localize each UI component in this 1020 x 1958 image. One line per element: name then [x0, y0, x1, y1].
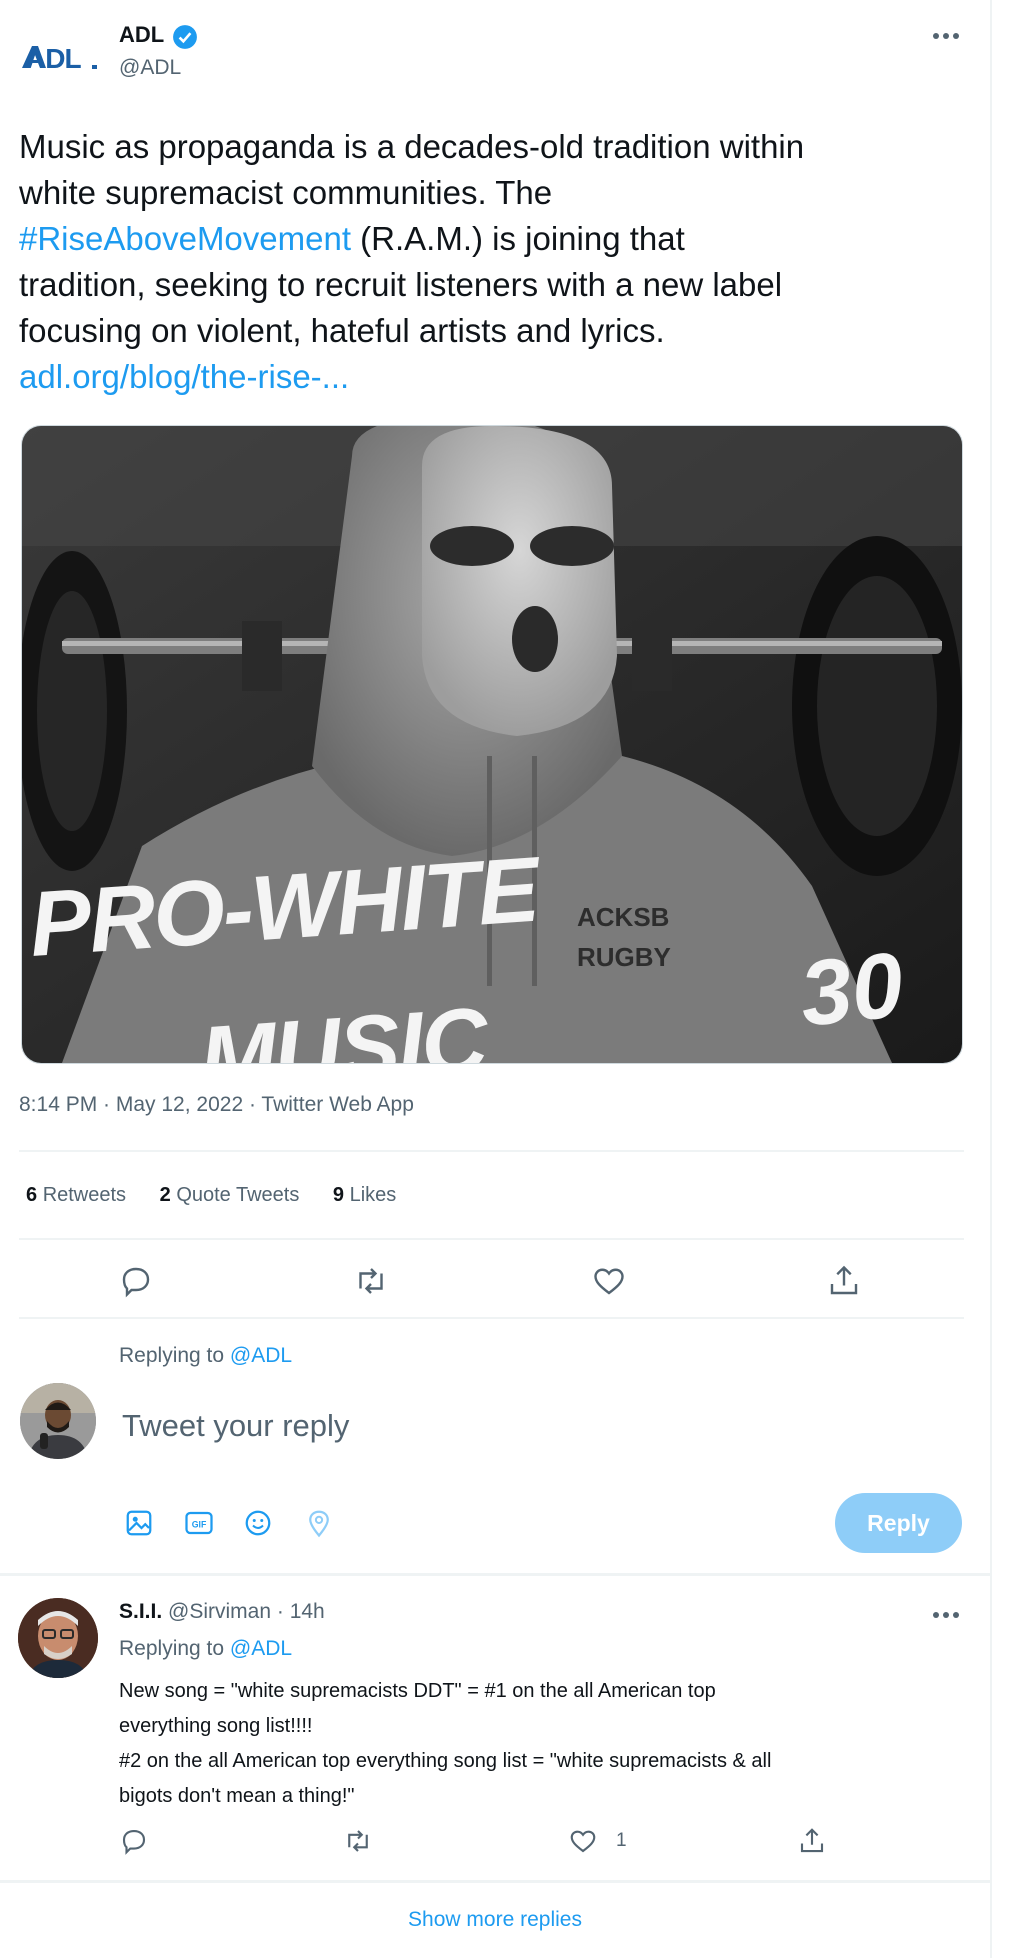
reply-text-line: bigots don't mean a thing!" — [119, 1785, 355, 1807]
reply-handle-time[interactable]: @Sirviman · 14h — [168, 1600, 325, 1623]
likes-label: Likes — [349, 1184, 397, 1206]
author-handle[interactable]: @ADL — [119, 56, 181, 80]
divider — [19, 1317, 964, 1319]
tweet-text-fragment: (R.A.M.) is joining that — [351, 220, 685, 257]
replying-to-handle[interactable]: @ADL — [230, 1344, 292, 1367]
quotes-stat[interactable]: 2 Quote Tweets — [160, 1184, 300, 1206]
adl-logo-text: ADL — [26, 43, 81, 74]
location-icon[interactable] — [304, 1507, 334, 1539]
svg-text:GIF: GIF — [192, 1519, 207, 1529]
share-icon[interactable] — [826, 1262, 862, 1300]
media-icon[interactable] — [124, 1508, 154, 1538]
like-icon[interactable] — [590, 1263, 628, 1299]
reply-text-line: New song = "white supremacists DDT" = #1… — [119, 1680, 716, 1702]
retweets-count: 6 — [26, 1184, 38, 1206]
retweet-icon[interactable] — [352, 1263, 390, 1299]
adl-logo[interactable]: ADL — [20, 38, 102, 78]
compose-replying-to: Replying to @ADL — [119, 1344, 292, 1368]
reply-replying-to-label: Replying to — [119, 1637, 225, 1660]
quotes-count: 2 — [159, 1184, 171, 1206]
reply-button[interactable]: Reply — [835, 1493, 962, 1553]
replying-to-label: Replying to — [119, 1344, 225, 1367]
tweet-image-art: ACKSB RUGBY PRO-WHITE MUSIC 30 — [22, 426, 962, 1063]
reply-replying-to: Replying to @ADL — [119, 1637, 292, 1661]
reply-author-line: S.I.I. @Sirviman · 14h — [119, 1600, 325, 1624]
tweet-text: Music as propaganda is a decades-old tra… — [19, 124, 979, 400]
reply-avatar[interactable] — [18, 1598, 98, 1678]
more-options-icon[interactable] — [930, 28, 962, 44]
reply-input[interactable]: Tweet your reply — [122, 1408, 822, 1444]
reply-replying-to-handle[interactable]: @ADL — [230, 1637, 292, 1660]
tweet-text-line: focusing on violent, hateful artists and… — [19, 312, 665, 349]
image-number-text: 30 — [795, 934, 907, 1046]
tweet-column: ADL ADL @ADL Music as propaganda is a de… — [0, 0, 992, 1958]
emoji-icon[interactable] — [243, 1508, 273, 1538]
reply-like-icon[interactable] — [567, 1826, 599, 1856]
tweet-text-line: white supremacist communities. The — [19, 174, 553, 211]
retweets-label: Retweets — [42, 1184, 127, 1206]
tweet-stats: 6 Retweets 2 Quote Tweets 9 Likes — [26, 1184, 396, 1207]
gif-icon[interactable]: GIF — [183, 1508, 215, 1538]
tweet-text-line: tradition, seeking to recruit listeners … — [19, 266, 783, 303]
reply-text-line: #2 on the all American top everything so… — [119, 1750, 772, 1772]
verified-badge-icon — [172, 24, 198, 50]
hashtag-link[interactable]: #RiseAboveMovement — [19, 220, 351, 257]
reply-reply-icon[interactable] — [119, 1826, 149, 1856]
user-avatar[interactable] — [20, 1383, 96, 1459]
tweet-timestamp[interactable]: 8:14 PM · May 12, 2022 · Twitter Web App — [19, 1093, 414, 1117]
retweets-stat[interactable]: 6 Retweets — [26, 1184, 126, 1206]
reply-share-icon[interactable] — [797, 1825, 827, 1857]
tweet-text-line: #RiseAboveMovement (R.A.M.) is joining t… — [19, 216, 979, 262]
shirt-text-2: RUGBY — [577, 942, 671, 972]
divider — [0, 1573, 990, 1576]
likes-count: 9 — [332, 1184, 345, 1206]
divider — [19, 1238, 964, 1240]
reply-text: New song = "white supremacists DDT" = #1… — [119, 1674, 969, 1814]
quotes-label: Quote Tweets — [176, 1184, 300, 1206]
reply-retweet-icon[interactable] — [342, 1826, 374, 1856]
divider — [19, 1150, 964, 1152]
divider — [0, 1880, 990, 1883]
tweet-image[interactable]: ACKSB RUGBY PRO-WHITE MUSIC 30 — [21, 425, 963, 1064]
shirt-text-1: ACKSB — [577, 902, 669, 932]
reply-icon[interactable] — [118, 1263, 154, 1299]
author-name[interactable]: ADL — [119, 22, 164, 48]
article-link[interactable]: adl.org/blog/the-rise-... — [19, 354, 979, 400]
reply-more-options-icon[interactable] — [930, 1607, 962, 1623]
reply-author-name[interactable]: S.I.I. — [119, 1600, 162, 1623]
show-more-replies-link[interactable]: Show more replies — [0, 1908, 990, 1932]
likes-stat[interactable]: 9 Likes — [333, 1184, 396, 1206]
reply-text-line: everything song list!!!! — [119, 1715, 313, 1737]
reply-like-count: 1 — [616, 1830, 627, 1851]
tweet-text-line: Music as propaganda is a decades-old tra… — [19, 128, 805, 165]
